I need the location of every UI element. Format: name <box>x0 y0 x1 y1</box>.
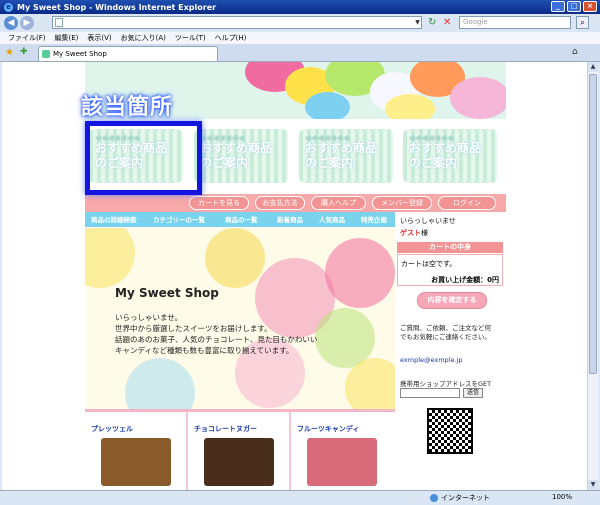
page-menu-icon[interactable]: ⌂ <box>572 47 578 57</box>
nav-category-list[interactable]: カテゴリーの一覧 <box>153 214 205 224</box>
title-bar: e My Sweet Shop - Windows Internet Explo… <box>0 0 600 14</box>
view-cart-button[interactable]: カートを見る <box>189 196 249 210</box>
menu-tools[interactable]: ツール(T) <box>175 33 206 43</box>
nav-product-list[interactable]: 商品の一覧 <box>225 214 258 224</box>
zoom-level[interactable]: 100% <box>552 493 572 501</box>
menu-edit[interactable]: 編集(E) <box>55 33 79 43</box>
address-dropdown-icon[interactable]: ▼ <box>413 16 422 29</box>
product-image[interactable] <box>204 438 274 486</box>
secondary-nav: 商品の詳細検索 カテゴリーの一覧 商品の一覧 新着商品 人気商品 特売企画 <box>85 212 395 227</box>
tab-favicon-icon <box>42 50 50 58</box>
minimize-button[interactable]: _ <box>551 1 565 12</box>
primary-nav: カートを見る お支払方法 購入ヘルプ メンバー登録 ログイン <box>85 194 506 212</box>
globe-icon <box>430 494 438 502</box>
member-register-button[interactable]: メンバー登録 <box>372 196 432 210</box>
tab-my-sweet-shop[interactable]: My Sweet Shop <box>38 46 218 61</box>
tab-bar: ★ ✚ My Sweet Shop ⌂ <box>0 44 600 62</box>
arrow-pattern-icon: ◀◀◀◀◀◀◀ <box>200 134 245 142</box>
product-image[interactable] <box>307 438 377 486</box>
mobile-email-input[interactable] <box>400 388 460 398</box>
login-button[interactable]: ログイン <box>438 196 496 210</box>
window-title: My Sweet Shop - Windows Internet Explore… <box>17 2 217 12</box>
arrow-pattern-icon: ◀◀◀◀◀◀◀ <box>305 134 350 142</box>
scroll-down-icon[interactable]: ▼ <box>588 480 598 490</box>
address-input[interactable] <box>52 16 422 29</box>
cart-box: カートは空です。 お買い上げ金額：0円 <box>397 254 503 286</box>
vertical-scrollbar[interactable]: ▲ ▼ <box>587 62 598 490</box>
cart-total: お買い上げ金額：0円 <box>431 276 499 284</box>
purchase-help-button[interactable]: 購入ヘルプ <box>311 196 366 210</box>
email-link[interactable]: exmple@exmple.jp <box>400 356 463 364</box>
nav-sale[interactable]: 特売企画 <box>361 214 387 224</box>
cart-header: カートの中身 <box>397 242 503 253</box>
hero-text: いらっしゃいませ。 世界中から厳選したスイーツをお届けします。 話題のあのお菓子… <box>115 313 318 355</box>
page-viewport: ◀◀◀◀◀◀◀ おすすめ商品 のご案内 ◀◀◀◀◀◀◀ おすすめ商品 のご案内 … <box>2 62 587 490</box>
hero-title: My Sweet Shop <box>115 286 219 300</box>
search-input[interactable]: Google <box>459 16 571 29</box>
nav-popular[interactable]: 人気商品 <box>319 214 345 224</box>
annotation-label: 該当箇所 <box>81 95 174 120</box>
menu-bar: ファイル(F) 編集(E) 表示(V) お気に入り(A) ツール(T) ヘルプ(… <box>0 32 600 44</box>
menu-file[interactable]: ファイル(F) <box>8 33 46 43</box>
product-card-fruit-candy[interactable]: フルーツキャンディ <box>291 412 394 490</box>
arrow-pattern-icon: ◀◀◀◀◀◀◀ <box>409 134 454 142</box>
menu-view[interactable]: 表示(V) <box>87 33 111 43</box>
banner-recommended-4[interactable]: ◀◀◀◀◀◀◀ おすすめ商品 のご案内 <box>403 129 497 183</box>
product-card-pretzel[interactable]: プレッツェル <box>85 412 188 490</box>
menu-help[interactable]: ヘルプ(H) <box>215 33 247 43</box>
guest-greeting: ゲスト様 <box>400 229 428 237</box>
favorites-star-icon[interactable]: ★ <box>5 47 14 58</box>
contact-text: ご質問、ご依頼、ご注文など何 でもお気軽にご連絡ください。 <box>400 324 491 341</box>
maximize-button[interactable]: □ <box>567 1 581 12</box>
refresh-button[interactable]: ↻ <box>428 17 440 29</box>
nav-new-arrivals[interactable]: 新着商品 <box>277 214 303 224</box>
ie-logo-icon: e <box>4 2 13 12</box>
search-button[interactable]: ⌕ <box>576 16 589 29</box>
product-list: プレッツェル チョコレートヌガー フルーツキャンディ <box>85 409 395 490</box>
address-toolbar: ◀ ▶ ▼ ↻ ✕ Google ⌕ <box>0 14 600 32</box>
payment-method-button[interactable]: お支払方法 <box>255 196 305 210</box>
hero-section: My Sweet Shop いらっしゃいませ。 世界中から厳選したスイーツをお届… <box>85 228 395 409</box>
scroll-thumb[interactable] <box>589 74 597 374</box>
add-favorite-icon[interactable]: ✚ <box>20 47 28 57</box>
page-icon <box>55 18 63 27</box>
status-bar: インターネット 100% <box>0 490 600 505</box>
annotation-highlight-box <box>85 121 202 195</box>
security-zone: インターネット <box>430 493 490 503</box>
window-controls: _ □ × <box>551 1 597 12</box>
forward-button[interactable]: ▶ <box>20 16 34 30</box>
mobile-send-button[interactable]: 送信 <box>463 388 483 398</box>
banner-recommended-3[interactable]: ◀◀◀◀◀◀◀ おすすめ商品 のご案内 <box>299 129 393 183</box>
scroll-up-icon[interactable]: ▲ <box>588 62 598 72</box>
back-button[interactable]: ◀ <box>4 16 18 30</box>
sidebar: いらっしゃいませ ゲスト様 カートの中身 カートは空です。 お買い上げ金額：0円… <box>397 212 506 490</box>
qr-code-icon <box>427 408 473 454</box>
close-button[interactable]: × <box>583 1 597 12</box>
menu-favorites[interactable]: お気に入り(A) <box>121 33 166 43</box>
nav-detail-search[interactable]: 商品の詳細検索 <box>91 214 137 224</box>
cart-empty-text: カートは空です。 <box>401 260 457 268</box>
banner-recommended-2[interactable]: ◀◀◀◀◀◀◀ おすすめ商品 のご案内 <box>194 129 288 183</box>
product-image[interactable] <box>101 438 171 486</box>
stop-button[interactable]: ✕ <box>443 17 455 29</box>
mobile-address-label: 携帯用ショップアドレスをGET <box>400 380 492 388</box>
confirm-order-button[interactable]: 内容を確定する <box>417 292 487 309</box>
welcome-text: いらっしゃいませ <box>400 217 456 225</box>
product-card-chocolate-nougat[interactable]: チョコレートヌガー <box>188 412 291 490</box>
